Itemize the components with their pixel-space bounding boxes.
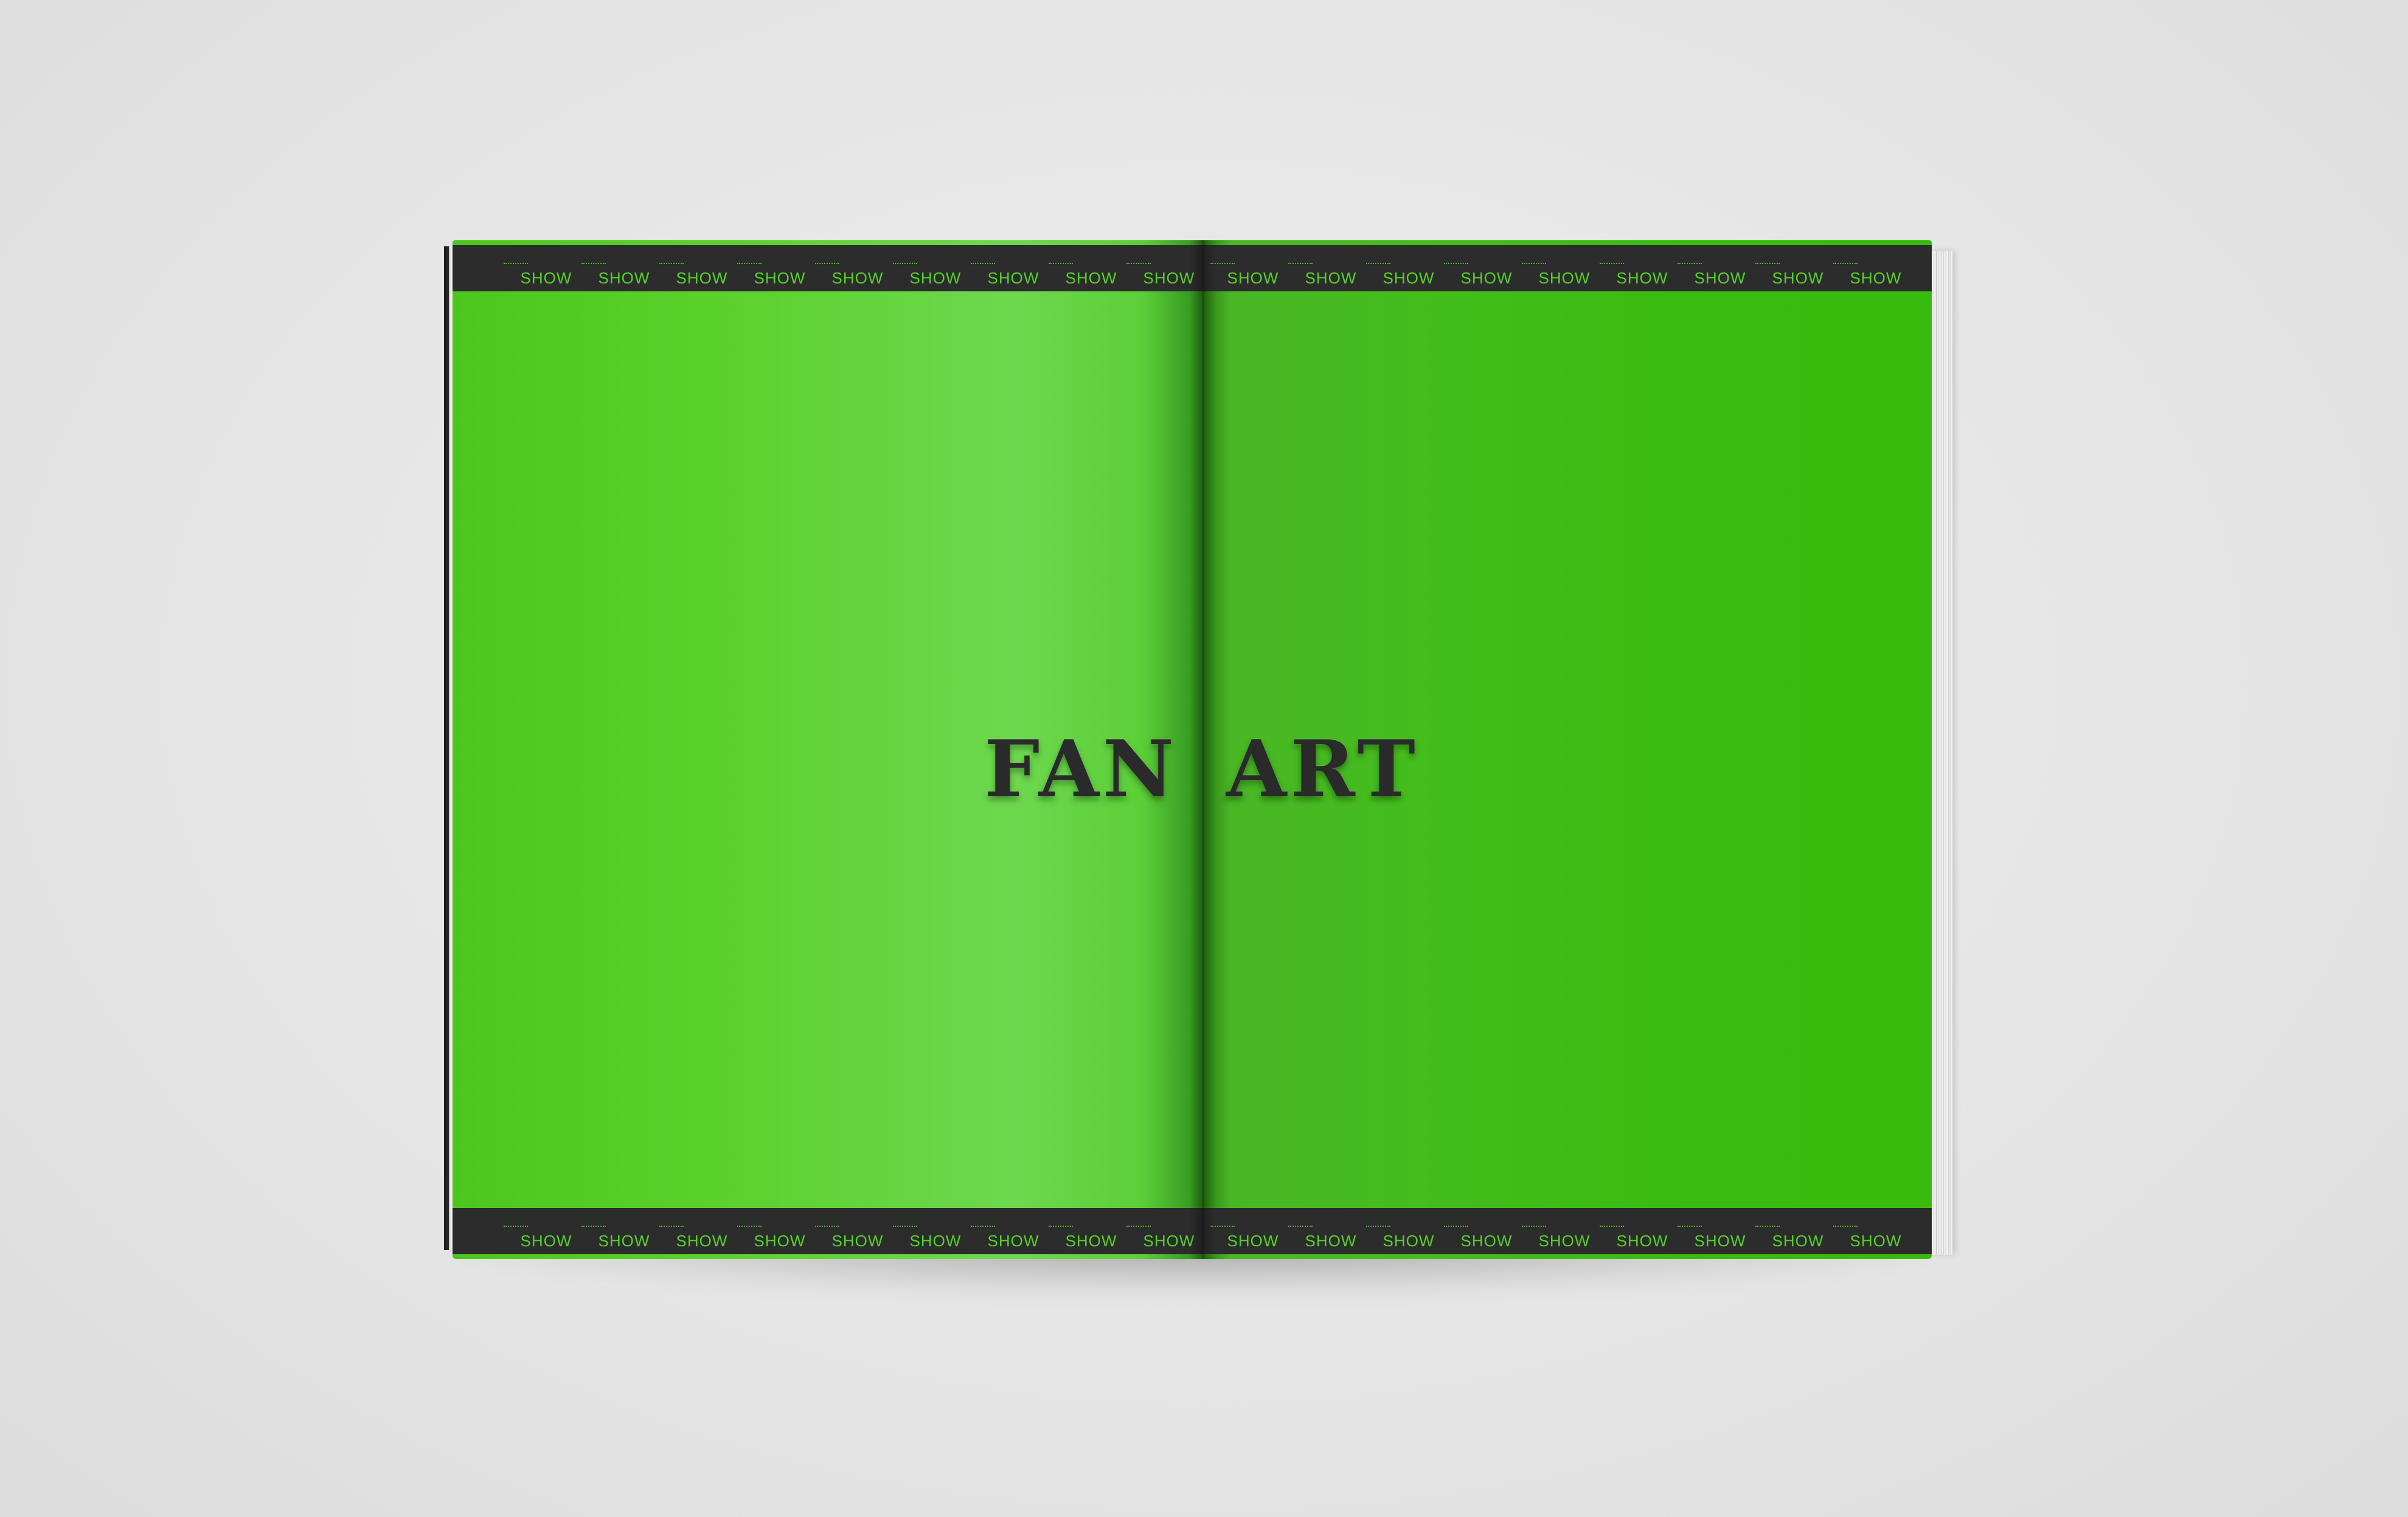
band-word: SHOW <box>1049 1225 1130 1251</box>
right-top-band: SHOW SHOW SHOW SHOW SHOW SHOW SHOW SHOW … <box>1202 245 1932 291</box>
band-word: SHOW <box>1833 262 1915 288</box>
band-word: SHOW <box>504 1225 585 1251</box>
band-word: SHOW <box>504 262 585 288</box>
left-page: SHOW SHOW SHOW SHOW SHOW SHOW SHOW SHOW … <box>453 240 1202 1259</box>
band-word: SHOW <box>1366 1225 1448 1251</box>
band-word: SHOW <box>737 262 819 288</box>
band-word: SHOW <box>893 1225 974 1251</box>
band-word: SHOW <box>1444 262 1525 288</box>
band-word: SHOW <box>815 262 897 288</box>
band-word: SHOW <box>1444 1225 1525 1251</box>
band-word: SHOW <box>581 1225 663 1251</box>
band-word: SHOW <box>1678 1225 1759 1251</box>
title-art: ART <box>1226 724 1419 815</box>
band-word: SHOW <box>1833 1225 1915 1251</box>
band-word: SHOW <box>1210 1225 1292 1251</box>
band-word: SHOW <box>1522 262 1603 288</box>
open-book: SHOW SHOW SHOW SHOW SHOW SHOW SHOW SHOW … <box>444 240 1952 1262</box>
band-word: SHOW <box>1366 262 1448 288</box>
band-word: SHOW <box>1755 262 1837 288</box>
band-word: SHOW <box>1288 1225 1370 1251</box>
book-edge-right <box>1932 251 1952 1255</box>
band-word: SHOW <box>1678 262 1759 288</box>
right-bottom-band: SHOW SHOW SHOW SHOW SHOW SHOW SHOW SHOW … <box>1202 1208 1932 1254</box>
band-word: SHOW <box>581 262 663 288</box>
band-word: SHOW <box>1126 262 1202 288</box>
band-word: SHOW <box>659 262 741 288</box>
band-word: SHOW <box>1126 1225 1202 1251</box>
band-word: SHOW <box>659 1225 741 1251</box>
left-top-band: SHOW SHOW SHOW SHOW SHOW SHOW SHOW SHOW … <box>453 245 1202 291</box>
band-word: SHOW <box>1210 262 1292 288</box>
title-fan: FAN <box>984 724 1178 815</box>
band-word: SHOW <box>971 1225 1052 1251</box>
left-bottom-band: SHOW SHOW SHOW SHOW SHOW SHOW SHOW SHOW … <box>453 1208 1202 1254</box>
band-word: SHOW <box>893 262 974 288</box>
band-word: SHOW <box>1600 1225 1681 1251</box>
right-page: SHOW SHOW SHOW SHOW SHOW SHOW SHOW SHOW … <box>1202 240 1932 1259</box>
band-word: SHOW <box>1522 1225 1603 1251</box>
band-word: SHOW <box>1755 1225 1837 1251</box>
band-word: SHOW <box>737 1225 819 1251</box>
band-word: SHOW <box>1600 262 1681 288</box>
band-word: SHOW <box>971 262 1052 288</box>
band-word: SHOW <box>1288 262 1370 288</box>
band-word: SHOW <box>815 1225 897 1251</box>
band-word: SHOW <box>1049 262 1130 288</box>
